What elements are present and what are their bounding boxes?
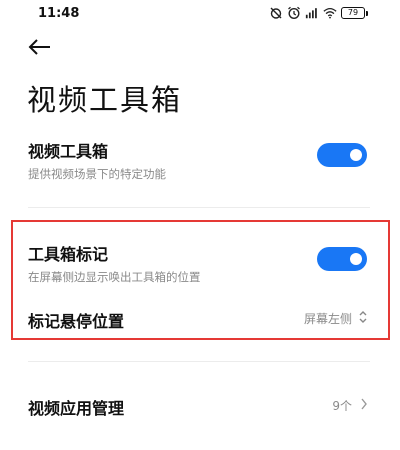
battery-level: 79 [341,7,365,19]
alarm-icon [287,6,301,20]
video-app-management-row[interactable]: 视频应用管理 9个 [0,388,400,424]
signal-icon [305,6,319,20]
video-toolbox-row[interactable]: 视频工具箱 提供视频场景下的特定功能 [0,130,400,186]
up-down-chevron-icon [358,309,368,328]
page-title: 视频工具箱 [27,83,183,117]
status-bar: 11:48 79 [0,0,400,28]
video-toolbox-toggle[interactable] [317,143,367,167]
back-arrow-icon [28,38,52,60]
marker-position-title: 标记悬停位置 [28,312,125,331]
marker-position-row[interactable]: 标记悬停位置 屏幕左侧 [0,300,400,336]
toolbox-marker-subtitle: 在屏幕侧边显示唤出工具箱的位置 [28,270,201,284]
video-app-management-title: 视频应用管理 [28,399,125,418]
toolbox-marker-toggle[interactable] [317,247,367,271]
toolbox-marker-row[interactable]: 工具箱标记 在屏幕侧边显示唤出工具箱的位置 [0,236,400,288]
marker-position-value: 屏幕左侧 [303,312,352,326]
video-toolbox-subtitle: 提供视频场景下的特定功能 [28,167,166,181]
status-icons: 79 [269,6,368,20]
toolbox-marker-title: 工具箱标记 [28,245,109,264]
wifi-icon [323,6,337,20]
battery-icon: 79 [341,7,368,19]
chevron-right-icon [360,396,368,415]
video-toolbox-title: 视频工具箱 [28,142,109,161]
divider [28,207,370,208]
video-app-count: 9个 [332,399,352,413]
toggle-knob [350,149,362,161]
divider [28,361,370,362]
status-time: 11:48 [38,6,80,21]
alarm-off-icon [269,6,283,20]
back-button[interactable] [28,36,58,62]
toggle-knob [350,253,362,265]
